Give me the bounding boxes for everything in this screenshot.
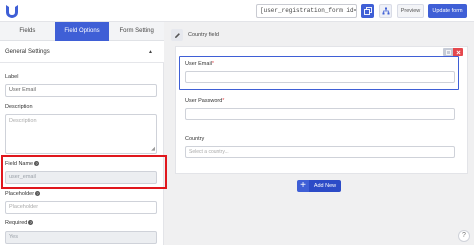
breadcrumb: Country field (188, 32, 219, 38)
section-title: General Settings (5, 49, 50, 55)
description-placeholder: Description (9, 118, 37, 124)
user-email-input[interactable] (185, 71, 455, 83)
help-icon[interactable]: ? (28, 220, 34, 225)
delete-row-button[interactable] (453, 48, 463, 56)
row-tools (443, 48, 463, 56)
field-label-user-password: User Password* (185, 98, 224, 104)
placeholder-label: Placeholder (5, 191, 35, 197)
label-option-title: Label (5, 74, 19, 80)
preview-button[interactable]: Preview (397, 4, 424, 18)
field-label-text: User Password (185, 98, 223, 104)
field-label-text: User Email (185, 61, 212, 67)
field-label-user-email: User Email* (185, 61, 214, 67)
tab-form-setting[interactable]: Form Setting (109, 22, 165, 41)
copy-icon (445, 49, 451, 55)
resize-handle-icon[interactable]: ◢ (151, 147, 155, 152)
top-bar: [user_registration_form id="500"] Previe… (0, 0, 474, 22)
required-label: Required (5, 220, 28, 226)
tab-fields[interactable]: Fields (0, 22, 55, 41)
brand-logo-icon[interactable] (4, 3, 20, 19)
close-icon (455, 49, 461, 55)
required-select[interactable]: Yes (5, 231, 157, 244)
general-settings-toggle[interactable]: General Settings ▲ (0, 41, 164, 63)
user-password-input[interactable] (185, 108, 455, 120)
field-name-input[interactable]: user_email (5, 171, 157, 184)
field-name-option-title: Field Name? (5, 161, 40, 167)
field-name-label: Field Name (5, 161, 34, 167)
help-icon[interactable]: ? (35, 191, 41, 196)
hierarchy-icon (382, 7, 389, 15)
description-option-title: Description (5, 104, 33, 110)
field-label-text: Country (185, 136, 205, 142)
tab-field-options[interactable]: Field Options (54, 22, 110, 41)
help-icon[interactable]: ? (34, 161, 40, 166)
edit-field-button[interactable] (171, 29, 183, 41)
placeholder-option-title: Placeholder? (5, 191, 41, 197)
duplicate-row-button[interactable] (443, 48, 453, 56)
copy-icon (363, 7, 372, 15)
required-marker: * (222, 98, 225, 104)
shortcode-field[interactable]: [user_registration_form id="500"] (256, 4, 357, 18)
help-button[interactable]: ? (458, 230, 470, 242)
required-option-title: Required? (5, 220, 34, 226)
plus-icon[interactable]: + (297, 180, 309, 192)
caret-up-icon: ▲ (148, 49, 153, 55)
sidebar-tabs: Fields Field Options Form Setting (0, 22, 165, 41)
add-new-row: + Add New (297, 180, 341, 192)
update-form-button[interactable]: Update form (428, 4, 467, 18)
add-new-button[interactable]: Add New (309, 180, 341, 192)
country-select[interactable]: Select a country... (185, 146, 455, 158)
required-marker: * (211, 61, 215, 67)
label-input[interactable]: User Email (5, 84, 157, 97)
pencil-icon (174, 32, 180, 38)
field-label-country: Country (185, 136, 204, 142)
description-textarea[interactable]: Description ◢ (5, 114, 157, 154)
copy-shortcode-button[interactable] (361, 4, 374, 18)
placeholder-input[interactable]: Placeholder (5, 201, 157, 214)
field-tree-button[interactable] (379, 4, 392, 18)
